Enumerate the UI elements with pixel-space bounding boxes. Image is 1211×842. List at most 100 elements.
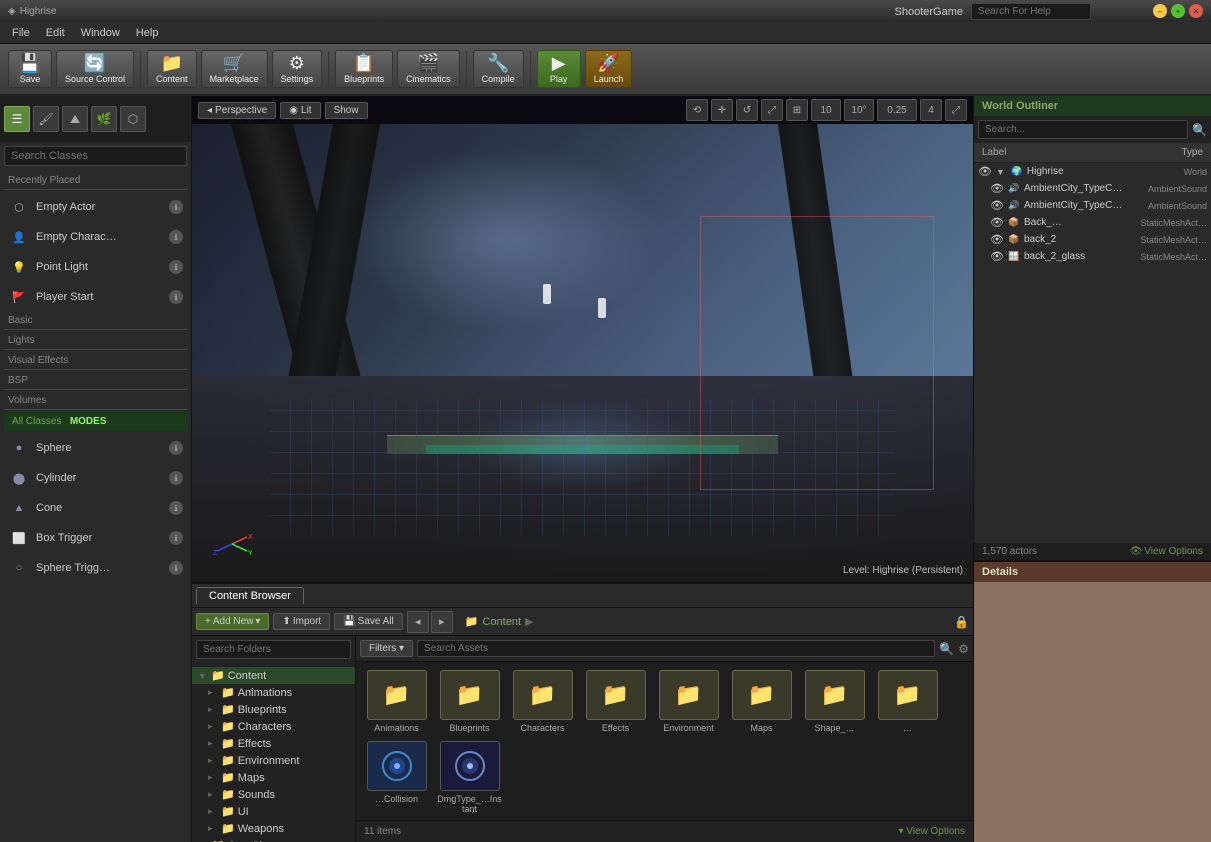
filters-button[interactable]: Filters ▾ (360, 640, 413, 657)
wo-item-ambient1[interactable]: 👁 🔊 AmbientCity_TypeC_Stereo AmbientSoun… (974, 180, 1211, 197)
wo-expand-icon[interactable]: ▼ (996, 167, 1007, 177)
asset-animations[interactable]: 📁 Animations (364, 670, 429, 733)
tree-item-effects[interactable]: ▸ 📁 Effects (192, 735, 355, 752)
cone-info[interactable]: ℹ (169, 501, 183, 515)
window-controls[interactable]: – + ✕ (1153, 4, 1203, 18)
help-search[interactable] (971, 3, 1091, 20)
point-light-info[interactable]: ℹ (169, 260, 183, 274)
asset-dmgtype[interactable]: DmgType_…Instant (437, 741, 502, 814)
cb-view-options-button[interactable]: ▾ View Options (898, 826, 965, 837)
tree-item-sounds[interactable]: ▸ 📁 Sounds (192, 786, 355, 803)
content-button[interactable]: 📁 Content (147, 50, 197, 88)
cylinder-info[interactable]: ℹ (169, 471, 183, 485)
tree-item-ui[interactable]: ▸ 📁 UI (192, 803, 355, 820)
tree-item-cpp-classes[interactable]: ▸ 📁 C++ Classes (192, 837, 355, 842)
modes-tab-geometry[interactable]: ⬡ (120, 106, 146, 132)
modes-item-point-light[interactable]: 💡 Point Light ℹ (4, 252, 187, 282)
modes-item-empty-actor[interactable]: ⬡ Empty Actor ℹ (4, 192, 187, 222)
asset-environment[interactable]: 📁 Environment (656, 670, 721, 733)
wo-item-back2glass[interactable]: 👁 🪟 back_2_glass StaticMeshAct… (974, 248, 1211, 265)
play-button[interactable]: ▶ Play (537, 50, 581, 88)
wo-vis-icon[interactable]: 👁 (990, 182, 1004, 195)
empty-actor-info[interactable]: ℹ (169, 200, 183, 214)
asset-effects[interactable]: 📁 Effects (583, 670, 648, 733)
box-trigger-info[interactable]: ℹ (169, 531, 183, 545)
modes-tab-foliage[interactable]: 🌿 (91, 106, 117, 132)
wo-vis-icon[interactable]: 👁 (990, 250, 1004, 263)
asset-shape[interactable]: 📁 Shape_… (802, 670, 867, 733)
source-control-button[interactable]: 🔄 Source Control (56, 50, 134, 88)
modes-item-cone[interactable]: ▲ Cone ℹ (4, 493, 187, 523)
max-fps-button[interactable]: 4 (920, 99, 942, 121)
tree-item-blueprints[interactable]: ▸ 📁 Blueprints (192, 701, 355, 718)
asset-blueprints[interactable]: 📁 Blueprints (437, 670, 502, 733)
sphere-info[interactable]: ℹ (169, 441, 183, 455)
grid-size-button[interactable]: 10 (811, 99, 841, 121)
modes-search-input[interactable] (4, 146, 187, 166)
modes-item-sphere[interactable]: ● Sphere ℹ (4, 433, 187, 463)
cb-options-button[interactable]: ⚙ (958, 642, 969, 656)
wo-search-input[interactable] (978, 120, 1188, 139)
add-new-button[interactable]: + Add New ▾ (196, 613, 269, 630)
scale-snap-button[interactable]: 0.25 (877, 99, 917, 121)
wo-item-highrise[interactable]: 👁 ▼ 🌍 Highrise World (974, 163, 1211, 180)
asset-characters[interactable]: 📁 Characters (510, 670, 575, 733)
asset-misc1[interactable]: 📁 … (875, 670, 940, 733)
wo-item-back2[interactable]: 👁 📦 back_2 StaticMeshAct… (974, 231, 1211, 248)
rotation-snap-button[interactable]: 10° (844, 99, 874, 121)
launch-button[interactable]: 🚀 Launch (585, 50, 633, 88)
cb-lock-button[interactable]: 🔒 (954, 615, 969, 629)
modes-item-box-trigger[interactable]: ⬜ Box Trigger ℹ (4, 523, 187, 553)
tree-item-maps[interactable]: ▸ 📁 Maps (192, 769, 355, 786)
menu-edit[interactable]: Edit (38, 25, 73, 41)
cb-forward-button[interactable]: ▸ (431, 611, 453, 633)
modes-item-sphere-trigger[interactable]: ○ Sphere Trigg… ℹ (4, 553, 187, 583)
cb-assets-search-input[interactable] (417, 640, 935, 657)
asset-maps[interactable]: 📁 Maps (729, 670, 794, 733)
translate-button[interactable]: ✛ (711, 99, 733, 121)
tree-item-animations[interactable]: ▸ 📁 Animations (192, 684, 355, 701)
minimize-button[interactable]: – (1153, 4, 1167, 18)
tree-item-content[interactable]: ▼ 📁 Content (192, 667, 355, 684)
wo-item-ambient2[interactable]: 👁 🔊 AmbientCity_TypeC_… AmbientSound (974, 197, 1211, 214)
tree-item-environment[interactable]: ▸ 📁 Environment (192, 752, 355, 769)
modes-item-empty-char[interactable]: 👤 Empty Charac… ℹ (4, 222, 187, 252)
perspective-button[interactable]: ◂ Perspective (198, 102, 276, 119)
compile-button[interactable]: 🔧 Compile (473, 50, 524, 88)
wo-view-options-button[interactable]: 👁 View Options (1130, 546, 1203, 557)
wo-vis-icon[interactable]: 👁 (990, 199, 1004, 212)
content-browser-tab[interactable]: Content Browser (196, 587, 304, 604)
menu-help[interactable]: Help (128, 25, 167, 41)
wo-vis-icon[interactable]: 👁 (990, 216, 1004, 229)
modes-tab-landscape[interactable]: ⛰ (62, 106, 88, 132)
cb-path-content[interactable]: Content (482, 616, 521, 628)
wo-vis-icon[interactable]: 👁 (978, 165, 992, 178)
sphere-trigger-info[interactable]: ℹ (169, 561, 183, 575)
cinematics-button[interactable]: 🎬 Cinematics (397, 50, 460, 88)
tree-item-weapons[interactable]: ▸ 📁 Weapons (192, 820, 355, 837)
marketplace-button[interactable]: 🛒 Marketplace (201, 50, 268, 88)
scale-button[interactable]: ⤢ (761, 99, 783, 121)
cb-folder-search-input[interactable] (196, 640, 351, 659)
maximize-button[interactable]: + (1171, 4, 1185, 18)
modes-tab-paint[interactable]: 🖌 (33, 106, 59, 132)
wo-item-back[interactable]: 👁 📦 Back_… StaticMeshAct… (974, 214, 1211, 231)
settings-button[interactable]: ⚙ Settings (272, 50, 323, 88)
import-button[interactable]: ⬆ Import (273, 613, 330, 630)
empty-char-info[interactable]: ℹ (169, 230, 183, 244)
close-button[interactable]: ✕ (1189, 4, 1203, 18)
modes-tab-placement[interactable]: ☰ (4, 106, 30, 132)
grid-snap-button[interactable]: ⊞ (786, 99, 808, 121)
blueprints-button[interactable]: 📋 Blueprints (335, 50, 393, 88)
asset-collision[interactable]: …Collision (364, 741, 429, 814)
modes-item-player-start[interactable]: 🚩 Player Start ℹ (4, 282, 187, 312)
camera-speed-button[interactable]: ⟲ (686, 99, 708, 121)
maximize-viewport-button[interactable]: ⤢ (945, 99, 967, 121)
viewport[interactable]: ◂ Perspective ◉ Lit Show ⟲ ✛ ↺ (192, 96, 973, 582)
player-start-info[interactable]: ℹ (169, 290, 183, 304)
menu-file[interactable]: File (4, 25, 38, 41)
show-button[interactable]: Show (325, 102, 368, 119)
cb-back-button[interactable]: ◂ (407, 611, 429, 633)
rotate-button[interactable]: ↺ (736, 99, 758, 121)
menu-window[interactable]: Window (73, 25, 128, 41)
